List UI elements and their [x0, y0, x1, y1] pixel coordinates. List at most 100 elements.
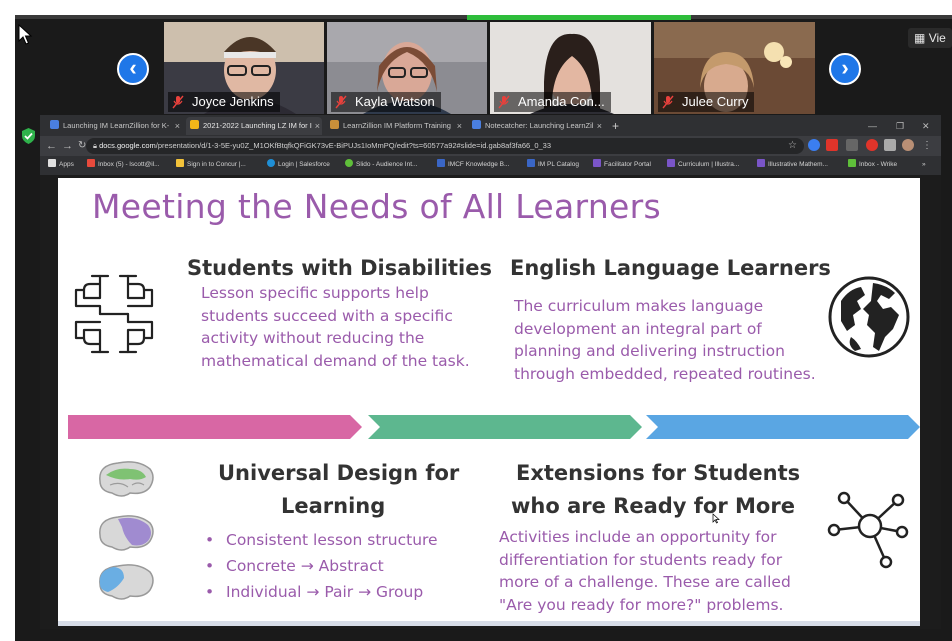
section-body: Lesson specific supports help students s…: [201, 284, 470, 370]
bookmark-item[interactable]: Login | Salesforce: [267, 159, 330, 171]
bookmark-item[interactable]: Curriculum | Illustra...: [667, 159, 739, 171]
new-tab-button[interactable]: +: [612, 117, 619, 135]
list-item: Concrete → Abstract: [205, 553, 438, 579]
slide-bottom-edge: [58, 621, 920, 626]
im-logo-icon: [757, 159, 765, 167]
mouse-cursor-icon: [18, 24, 33, 45]
extension-icon[interactable]: [846, 139, 858, 151]
participant-name-label: Julee Curry: [658, 92, 755, 112]
bookmark-item[interactable]: Apps: [48, 159, 74, 171]
puzzle-icon[interactable]: [884, 139, 896, 151]
hands-holding-icon: [74, 274, 154, 354]
extension-icon[interactable]: [866, 139, 878, 151]
bookmark-item[interactable]: Facilitator Portal: [593, 159, 651, 171]
forward-arrow-icon[interactable]: →: [62, 138, 73, 154]
bookmark-item[interactable]: IMCF Knowledge B...: [437, 159, 509, 171]
udl-bullet-list: Consistent lesson structure Concrete → A…: [205, 527, 438, 605]
browser-tab[interactable]: Launching IM LearnZillion for K- ×: [46, 117, 182, 135]
section-heading-line2: Learning: [281, 494, 386, 518]
bookmark-item[interactable]: Slido - Audience Int...: [345, 159, 417, 171]
participant-name: Amanda Con...: [518, 94, 605, 109]
list-item: Consistent lesson structure: [205, 527, 438, 553]
blue-chevron-banner: [646, 415, 920, 439]
participant-name-label: Kayla Watson: [331, 92, 441, 112]
mouse-cursor-icon: [712, 513, 720, 524]
gallery-next-button[interactable]: ›: [829, 53, 861, 85]
bookmark-item[interactable]: Inbox (5) - lscott@il...: [87, 159, 160, 171]
muted-mic-icon: [662, 95, 674, 109]
bookmark-label: Inbox (5) - lscott@il...: [98, 161, 160, 168]
docs-favicon-icon: [472, 120, 481, 129]
apps-grid-icon: [48, 159, 56, 167]
participant-video-tile[interactable]: Julee Curry: [654, 22, 815, 114]
tab-close-icon[interactable]: ×: [597, 117, 602, 135]
brain-green-icon: [99, 461, 154, 497]
screen-share-indicator: [467, 15, 691, 20]
section-body: Activities include an opportunity for di…: [499, 528, 791, 614]
knowledge-base-icon: [437, 159, 445, 167]
wrike-check-icon: [848, 159, 856, 167]
section-body: The curriculum makes language developmen…: [514, 297, 816, 383]
participant-video-tile[interactable]: Joyce Jenkins: [164, 22, 324, 114]
bookmark-star-icon[interactable]: ☆: [788, 138, 797, 154]
browser-tab[interactable]: Notecatcher: Launching LearnZil ×: [468, 117, 604, 135]
docs-favicon-icon: [50, 120, 59, 129]
grid-icon: ▦: [914, 31, 926, 45]
back-arrow-icon[interactable]: ←: [46, 138, 57, 154]
slides-favicon-icon: [190, 120, 199, 129]
slido-icon: [345, 159, 353, 167]
im-logo-icon: [667, 159, 675, 167]
bookmark-label: »: [922, 161, 926, 168]
green-chevron-banner: [368, 415, 642, 439]
avatar[interactable]: [902, 139, 914, 151]
bookmark-item[interactable]: Sign in to Concur |...: [176, 159, 246, 171]
participant-video-tile[interactable]: Kayla Watson: [327, 22, 487, 114]
url-host: docs.google.com: [99, 141, 156, 150]
tab-title: LearnZillion IM Platform Training: [343, 121, 451, 130]
catalog-icon: [527, 159, 535, 167]
minimize-button[interactable]: —: [868, 117, 877, 135]
close-window-button[interactable]: ✕: [922, 117, 930, 135]
bookmark-label: Illustrative Mathem...: [768, 161, 828, 168]
bookmark-label: Inbox - Wrike: [859, 161, 898, 168]
participant-name: Julee Curry: [682, 94, 749, 109]
muted-mic-icon: [172, 95, 184, 109]
bookmark-label: IM PL Catalog: [538, 161, 579, 168]
section-heading-line1: Universal Design for: [218, 461, 460, 485]
tab-title: Launching IM LearnZillion for K-: [63, 121, 170, 130]
bookmark-item[interactable]: Illustrative Mathem...: [757, 159, 828, 171]
participant-name: Joyce Jenkins: [192, 94, 274, 109]
bookmarks-overflow-button[interactable]: »: [922, 159, 926, 171]
section-heading: English Language Learners: [510, 256, 831, 280]
brain-purple-icon: [99, 515, 154, 551]
pink-chevron-banner: [68, 415, 362, 439]
bookmark-item[interactable]: Inbox - Wrike: [848, 159, 897, 171]
bookmark-item[interactable]: IM PL Catalog: [527, 159, 579, 171]
bookmark-label: IMCF Knowledge B...: [448, 161, 510, 168]
view-label: Vie: [928, 31, 946, 45]
participant-video-tile[interactable]: Amanda Con...: [490, 22, 651, 114]
pdf-extension-icon[interactable]: [826, 139, 838, 151]
view-options-button[interactable]: ▦ Vie: [908, 28, 952, 48]
shield-check-icon: [22, 128, 35, 144]
participant-name: Kayla Watson: [355, 94, 435, 109]
tab-close-icon[interactable]: ×: [315, 117, 320, 135]
extension-icon[interactable]: [808, 139, 820, 151]
tab-close-icon[interactable]: ×: [175, 117, 180, 135]
bookmark-label: Login | Salesforce: [278, 161, 330, 168]
muted-mic-icon: [335, 95, 347, 109]
address-bar[interactable]: 🔒︎ docs.google.com/presentation/d/1-3-5E…: [86, 138, 804, 154]
maximize-button[interactable]: ❐: [896, 117, 904, 135]
more-menu-icon[interactable]: ⋮: [922, 138, 932, 154]
section-heading-line1: Extensions for Students: [516, 461, 801, 485]
bookmark-label: Apps: [59, 161, 74, 168]
bookmark-label: Slido - Audience Int...: [356, 161, 418, 168]
gallery-prev-button[interactable]: ‹: [117, 53, 149, 85]
browser-tab[interactable]: LearnZillion IM Platform Training ×: [326, 117, 464, 135]
participant-name-label: Joyce Jenkins: [168, 92, 280, 112]
browser-tab-active[interactable]: 2021-2022 Launching LZ IM for I ×: [186, 117, 322, 135]
bookmark-label: Sign in to Concur |...: [187, 161, 246, 168]
salesforce-icon: [267, 159, 275, 167]
tab-close-icon[interactable]: ×: [457, 117, 462, 135]
section-heading-line2: who are Ready for More: [511, 494, 795, 518]
